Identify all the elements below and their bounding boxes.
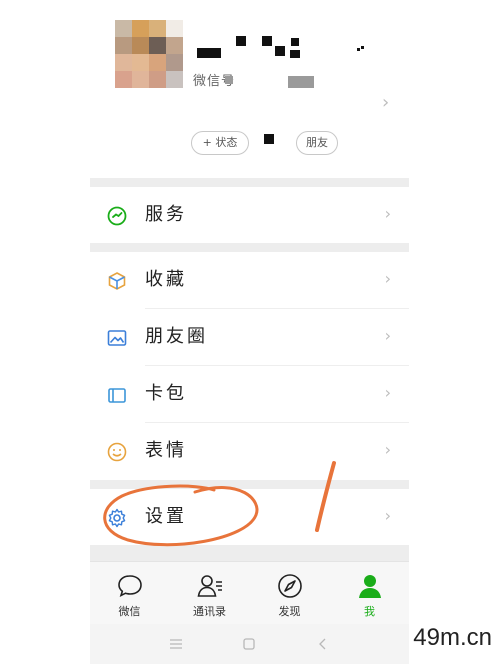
avatar[interactable]: [115, 20, 183, 88]
person-icon: [359, 575, 381, 598]
image-icon: [107, 330, 127, 346]
back-icon[interactable]: [318, 638, 326, 650]
menu-label-stickers: 表情: [145, 440, 187, 461]
home-icon[interactable]: [243, 638, 255, 650]
cube-icon: [108, 272, 126, 290]
wechat-id-redacted-2: [288, 76, 314, 88]
service-icon: [107, 206, 127, 226]
tab-label: 微信: [118, 605, 141, 618]
tab-chats[interactable]: 微信: [90, 562, 169, 625]
section-gap: [90, 545, 409, 561]
chat-bubble-icon: [118, 575, 142, 598]
profile-chevron-icon[interactable]: ›: [382, 92, 389, 113]
tab-label: 我: [364, 605, 375, 618]
bottom-tab-bar: 微信 通讯录 发现 我: [90, 561, 409, 625]
section-gap: [90, 480, 409, 489]
chevron-right-icon: ›: [384, 269, 391, 288]
chevron-right-icon: ›: [384, 383, 391, 402]
menu-label-settings: 设置: [145, 506, 187, 527]
menu-row-favorites[interactable]: 收藏 ›: [90, 252, 409, 308]
section-gap: [90, 178, 409, 187]
friends-status-pill[interactable]: 朋友: [296, 131, 338, 155]
compass-icon: [278, 574, 302, 598]
watermark: 49m.cn: [413, 624, 492, 651]
menu-label-favorites: 收藏: [145, 269, 187, 290]
menu-row-moments[interactable]: 朋友圈 ›: [90, 309, 409, 365]
chevron-right-icon: ›: [384, 326, 391, 345]
system-nav-bar: [90, 624, 409, 664]
tab-discover[interactable]: 发现: [250, 562, 329, 625]
menu-row-cards[interactable]: 卡包 ›: [90, 366, 409, 422]
menu-label-cards: 卡包: [145, 383, 187, 404]
menu-row-settings[interactable]: 设置 ›: [90, 489, 409, 545]
tab-me[interactable]: 我: [330, 562, 409, 625]
gear-icon: [108, 508, 126, 528]
smiley-icon: [107, 442, 127, 462]
friend-avatar-redacted: [264, 134, 274, 144]
wechat-id-redacted: [225, 76, 233, 84]
status-button[interactable]: + 状态: [191, 131, 249, 155]
friends-label: 朋友: [306, 136, 328, 149]
menu-label-moments: 朋友圈: [145, 326, 208, 347]
chevron-right-icon: ›: [384, 506, 391, 525]
menu-label-service: 服务: [145, 204, 187, 225]
menu-row-service[interactable]: 服务 ›: [90, 187, 409, 243]
chevron-right-icon: ›: [384, 440, 391, 459]
chevron-right-icon: ›: [384, 204, 391, 223]
tab-label: 通讯录: [193, 605, 226, 618]
menu-icon[interactable]: [170, 639, 182, 649]
tab-contacts[interactable]: 通讯录: [170, 562, 249, 625]
menu-row-stickers[interactable]: 表情 ›: [90, 423, 409, 479]
section-gap: [90, 243, 409, 252]
contacts-icon: [197, 575, 222, 597]
wallet-icon: [108, 388, 126, 403]
tab-label: 发现: [278, 605, 301, 618]
